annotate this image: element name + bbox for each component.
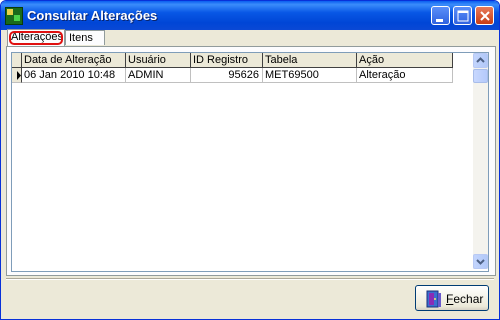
column-header[interactable]: Ação <box>357 53 453 68</box>
cell-data-alteracao[interactable]: 06 Jan 2010 10:48 <box>22 68 126 83</box>
maximize-icon <box>457 10 469 22</box>
vertical-scrollbar[interactable] <box>473 53 488 269</box>
column-header[interactable]: Tabela <box>263 53 357 68</box>
scroll-thumb[interactable] <box>473 69 488 83</box>
door-exit-icon <box>426 290 441 308</box>
column-header[interactable]: ID Registro <box>191 53 263 68</box>
table-row[interactable]: 06 Jan 2010 10:48 ADMIN 95626 MET69500 A… <box>12 68 473 83</box>
cell-usuario[interactable]: ADMIN <box>126 68 191 83</box>
tab-alteracoes[interactable]: Alterações <box>7 29 65 46</box>
cell-acao[interactable]: Alteração <box>357 68 453 83</box>
app-icon <box>5 7 23 25</box>
cell-id-registro[interactable]: 95626 <box>191 68 263 83</box>
scroll-up-button[interactable] <box>473 53 488 68</box>
title-bar[interactable]: Consultar Alterações <box>1 1 499 30</box>
column-header[interactable]: Usuário <box>126 53 191 68</box>
maximize-button[interactable] <box>453 6 472 25</box>
focus-ring <box>9 31 63 45</box>
cell-tabela[interactable]: MET69500 <box>263 68 357 83</box>
fechar-label: Fechar <box>446 292 484 306</box>
scroll-down-button[interactable] <box>473 254 488 269</box>
tab-label: Itens <box>69 32 93 44</box>
close-icon <box>480 11 490 21</box>
tab-panel: Data de Alteração Usuário ID Registro Ta… <box>6 46 496 276</box>
chevron-down-icon <box>476 259 485 265</box>
footer-separator <box>6 278 494 280</box>
changes-grid[interactable]: Data de Alteração Usuário ID Registro Ta… <box>11 52 489 272</box>
fechar-button[interactable]: Fechar <box>415 285 489 311</box>
chevron-up-icon <box>476 57 485 63</box>
grid-header: Data de Alteração Usuário ID Registro Ta… <box>12 53 473 68</box>
close-button[interactable] <box>475 6 494 25</box>
tab-itens[interactable]: Itens <box>65 30 105 45</box>
row-indicator <box>12 68 22 83</box>
minimize-icon <box>436 19 443 22</box>
minimize-button[interactable] <box>431 6 450 25</box>
window-title: Consultar Alterações <box>27 8 158 23</box>
column-header[interactable]: Data de Alteração <box>22 53 126 68</box>
indicator-header <box>12 53 22 68</box>
consultar-alteracoes-window: Consultar Alterações Alterações Itens Da… <box>0 0 500 320</box>
